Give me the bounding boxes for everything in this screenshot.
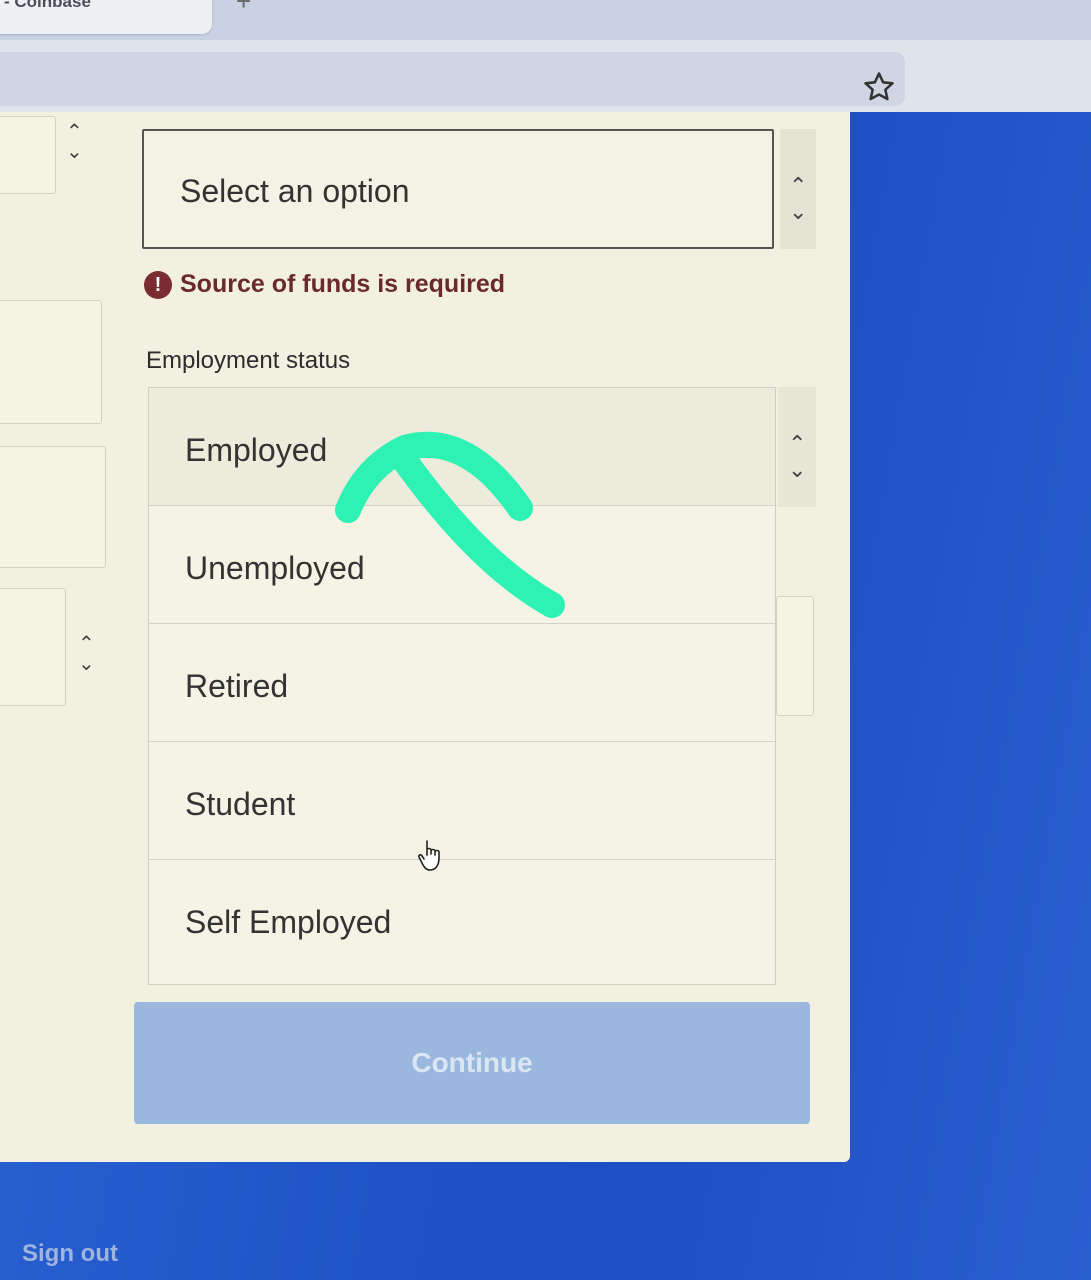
sign-out-link[interactable]: Sign out [22, 1240, 118, 1268]
select-chevron[interactable]: ⌃ ⌄ [780, 129, 816, 249]
option-retired[interactable]: Retired [149, 624, 775, 742]
arrow-annotation-icon [335, 431, 565, 618]
option-student[interactable]: Student [149, 742, 775, 860]
option-label: Employed [185, 432, 328, 468]
option-label: Retired [185, 668, 289, 704]
tab-strip: - Coinbase × + [0, 0, 1091, 40]
option-label: Self Employed [185, 904, 392, 940]
error-message: ! Source of funds is required [144, 270, 505, 299]
continue-button[interactable]: Continue [134, 1002, 810, 1124]
select-placeholder: Select an option [180, 173, 410, 209]
employment-status-label: Employment status [146, 347, 351, 374]
right-field[interactable] [776, 596, 814, 716]
source-of-funds-select[interactable]: Select an option [142, 129, 774, 249]
error-text: Source of funds is required [180, 270, 506, 298]
error-icon: ! [144, 270, 172, 299]
option-self-employed[interactable]: Self Employed [149, 860, 775, 978]
left-field[interactable] [0, 300, 102, 424]
chevron-updown-icon: ⌃ ⌄ [789, 173, 808, 224]
option-label: Student [185, 786, 296, 822]
address-bar[interactable] [0, 52, 905, 106]
tab-title: - Coinbase [4, 0, 91, 11]
left-field[interactable] [0, 588, 66, 706]
star-icon[interactable] [862, 70, 896, 104]
left-field[interactable] [0, 116, 56, 194]
browser-tab[interactable]: - Coinbase × [0, 0, 212, 34]
close-icon[interactable]: × [174, 0, 185, 7]
chevron-updown-icon: ⌃ ⌄ [788, 431, 807, 482]
left-field[interactable] [0, 446, 106, 568]
chevron-updown-icon: ⌃ ⌄ [78, 633, 95, 675]
browser-toolbar [0, 40, 1091, 112]
new-tab-icon[interactable]: + [236, 0, 251, 17]
chevron-updown-icon: ⌃ ⌄ [66, 121, 83, 163]
employment-chevron[interactable]: ⌃ ⌄ [778, 387, 816, 507]
hand-cursor-icon [418, 840, 440, 871]
